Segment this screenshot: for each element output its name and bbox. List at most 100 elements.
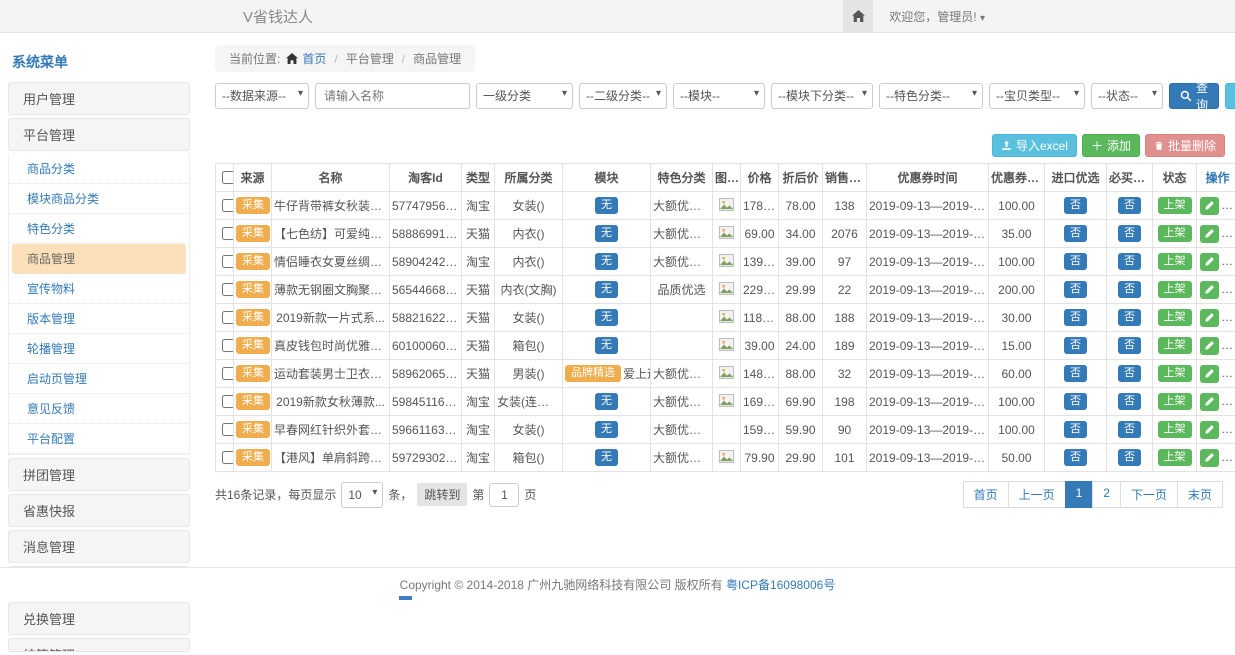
home-button[interactable]: [843, 0, 873, 32]
edit-button[interactable]: [1200, 225, 1219, 243]
jump-page-input[interactable]: [489, 483, 519, 507]
welcome-dropdown[interactable]: 欢迎您，管理员! ▾: [873, 8, 995, 25]
sidebar-group-平台管理[interactable]: 平台管理: [8, 118, 190, 151]
page-button-下一页[interactable]: 下一页: [1120, 481, 1178, 508]
filter-select-宝贝类型[interactable]: --宝贝类型--: [989, 83, 1085, 109]
status-badge[interactable]: 上架: [1158, 337, 1192, 354]
status-badge[interactable]: 上架: [1158, 365, 1192, 382]
column-header-特色分类: 特色分类: [651, 164, 713, 192]
breadcrumb-item-首页[interactable]: 首页: [302, 50, 326, 67]
batch-delete-button[interactable]: 批量删除: [1145, 134, 1225, 157]
row-checkbox[interactable]: [222, 451, 234, 464]
filter-select-数据来源[interactable]: --数据来源--: [215, 83, 309, 109]
edit-button[interactable]: [1200, 281, 1219, 299]
page-button-2[interactable]: 2: [1092, 481, 1121, 508]
per-page-select[interactable]: 10: [341, 482, 383, 508]
sidebar-group-结算管理[interactable]: 结算管理: [8, 638, 190, 652]
edit-button[interactable]: [1200, 309, 1219, 327]
sidebar-item-启动页管理[interactable]: 启动页管理: [9, 364, 189, 394]
edit-button[interactable]: [1200, 449, 1219, 467]
page-button-首页[interactable]: 首页: [963, 481, 1009, 508]
imported-toggle[interactable]: 否: [1064, 281, 1087, 298]
page-button-末页[interactable]: 末页: [1177, 481, 1223, 508]
must-buy-toggle[interactable]: 否: [1118, 365, 1141, 382]
row-checkbox[interactable]: [222, 283, 234, 296]
edit-button[interactable]: [1200, 197, 1219, 215]
imported-toggle[interactable]: 否: [1064, 421, 1087, 438]
sidebar-group-用户管理[interactable]: 用户管理: [8, 82, 190, 115]
sidebar-item-模块商品分类[interactable]: 模块商品分类: [9, 184, 189, 214]
filter-select-wrap-3: --二级分类--: [579, 83, 667, 109]
must-buy-toggle[interactable]: 否: [1118, 281, 1141, 298]
imported-toggle[interactable]: 否: [1064, 225, 1087, 242]
imported-toggle[interactable]: 否: [1064, 253, 1087, 270]
filter-select-一级分类[interactable]: 一级分类: [476, 83, 573, 109]
edit-button[interactable]: [1200, 253, 1219, 271]
row-checkbox[interactable]: [222, 367, 234, 380]
status-badge[interactable]: 上架: [1158, 281, 1192, 298]
imported-toggle[interactable]: 否: [1064, 197, 1087, 214]
import-excel-button[interactable]: 导入excel: [992, 134, 1077, 157]
imported-toggle[interactable]: 否: [1064, 337, 1087, 354]
status-badge[interactable]: 上架: [1158, 225, 1192, 242]
status-badge[interactable]: 上架: [1158, 197, 1192, 214]
jump-button[interactable]: 跳转到: [417, 483, 467, 506]
row-checkbox[interactable]: [222, 339, 234, 352]
add-button[interactable]: ＋ 添加: [1082, 134, 1140, 157]
sidebar-group-拼团管理[interactable]: 拼团管理: [8, 458, 190, 491]
page-button-1[interactable]: 1: [1065, 481, 1094, 508]
status-badge[interactable]: 上架: [1158, 253, 1192, 270]
sidebar-group-兑换管理[interactable]: 兑换管理: [8, 602, 190, 635]
sidebar-group-省惠快报[interactable]: 省惠快报: [8, 494, 190, 527]
imported-toggle[interactable]: 否: [1064, 393, 1087, 410]
must-buy-toggle[interactable]: 否: [1118, 449, 1141, 466]
sidebar-item-轮播管理[interactable]: 轮播管理: [9, 334, 189, 364]
sidebar-item-意见反馈[interactable]: 意见反馈: [9, 394, 189, 424]
status-badge[interactable]: 上架: [1158, 449, 1192, 466]
edit-button[interactable]: [1200, 421, 1219, 439]
sidebar-item-宣传物料[interactable]: 宣传物料: [9, 274, 189, 304]
must-buy-toggle[interactable]: 否: [1118, 421, 1141, 438]
filter-select-模块下分类[interactable]: --模块下分类--: [771, 83, 873, 109]
row-checkbox[interactable]: [222, 255, 234, 268]
row-checkbox[interactable]: [222, 311, 234, 324]
edit-button[interactable]: [1200, 393, 1219, 411]
product-thumbnail-icon: [719, 338, 734, 351]
page-button-上一页[interactable]: 上一页: [1008, 481, 1066, 508]
must-buy-toggle[interactable]: 否: [1118, 337, 1141, 354]
status-badge[interactable]: 上架: [1158, 421, 1192, 438]
status-badge[interactable]: 上架: [1158, 309, 1192, 326]
must-buy-toggle[interactable]: 否: [1118, 225, 1141, 242]
row-checkbox[interactable]: [222, 423, 234, 436]
imported-toggle[interactable]: 否: [1064, 365, 1087, 382]
row-checkbox[interactable]: [222, 199, 234, 212]
sidebar-item-特色分类[interactable]: 特色分类: [9, 214, 189, 244]
row-checkbox[interactable]: [222, 395, 234, 408]
imported-toggle[interactable]: 否: [1064, 309, 1087, 326]
name-search-input[interactable]: [315, 83, 470, 109]
sidebar-group-消息管理[interactable]: 消息管理: [8, 530, 190, 563]
sidebar-item-商品分类[interactable]: 商品分类: [9, 154, 189, 184]
row-checkbox[interactable]: [222, 227, 234, 240]
filter-select-二级分类[interactable]: --二级分类--: [579, 83, 667, 109]
query-button[interactable]: 查询: [1169, 83, 1219, 109]
filter-select-特色分类[interactable]: --特色分类--: [879, 83, 983, 109]
must-buy-toggle[interactable]: 否: [1118, 197, 1141, 214]
filter-select-模块[interactable]: --模块--: [673, 83, 765, 109]
sidebar-item-版本管理[interactable]: 版本管理: [9, 304, 189, 334]
sidebar-item-商品管理[interactable]: 商品管理: [12, 244, 186, 274]
imported-toggle[interactable]: 否: [1064, 449, 1087, 466]
filter-select-状态[interactable]: --状态--: [1091, 83, 1163, 109]
icp-link[interactable]: 粤ICP备16098006号: [726, 576, 835, 593]
reset-button[interactable]: ↻ 重置: [1225, 83, 1235, 109]
column-header-来源: 来源: [234, 164, 272, 192]
edit-button[interactable]: [1200, 337, 1219, 355]
must-buy-toggle[interactable]: 否: [1118, 309, 1141, 326]
status-badge[interactable]: 上架: [1158, 393, 1192, 410]
must-buy-toggle[interactable]: 否: [1118, 393, 1141, 410]
edit-button[interactable]: [1200, 365, 1219, 383]
select-all-checkbox[interactable]: [222, 171, 234, 184]
horizontal-scrollbar-thumb[interactable]: [399, 596, 412, 600]
must-buy-toggle[interactable]: 否: [1118, 253, 1141, 270]
sidebar-item-平台配置[interactable]: 平台配置: [9, 424, 189, 454]
